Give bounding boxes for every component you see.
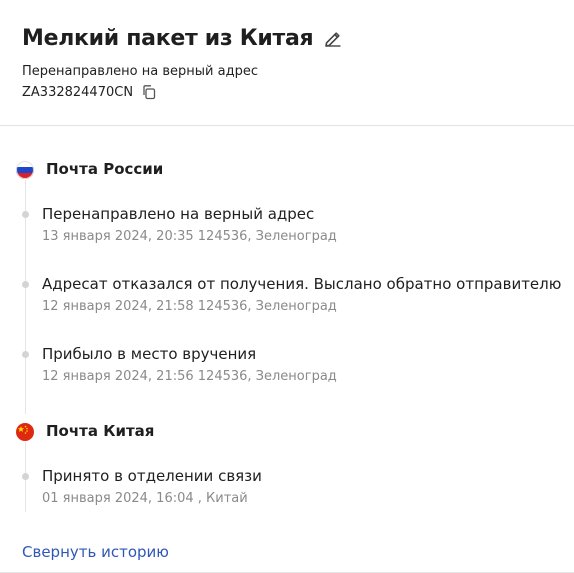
russia-flag-icon	[16, 161, 34, 179]
parcel-header: Мелкий пакет из Китая Перенаправлено на …	[0, 0, 574, 126]
timeline-dot	[22, 211, 29, 218]
timeline-dot	[22, 281, 29, 288]
event-meta: 13 января 2024, 20:35 124536, Зеленоград	[42, 229, 337, 244]
timeline-dot	[22, 351, 29, 358]
event-title: Адресат отказался от получения. Выслано …	[42, 275, 562, 293]
tracking-row: ZA332824470CN	[22, 84, 157, 100]
event-title: Перенаправлено на верный адрес	[42, 205, 315, 223]
event-meta: 12 января 2024, 21:58 124536, Зеленоград	[42, 299, 337, 314]
china-flag-icon	[16, 423, 34, 441]
parcel-title: Мелкий пакет из Китая	[22, 26, 314, 51]
collapse-history-link[interactable]: Свернуть историю	[22, 543, 169, 561]
carrier-name: Почта Китая	[46, 422, 155, 440]
event-meta: 12 января 2024, 21:56 124536, Зеленоград	[42, 369, 337, 384]
event-title: Принято в отделении связи	[42, 467, 262, 485]
tracking-number: ZA332824470CN	[22, 84, 134, 100]
event-meta: 01 января 2024, 16:04 , Китай	[42, 491, 248, 506]
event-title: Прибыло в место вручения	[42, 345, 257, 363]
copy-icon[interactable]	[141, 84, 157, 100]
pencil-icon[interactable]	[323, 29, 343, 49]
timeline-dot	[22, 473, 29, 480]
carrier-name: Почта России	[46, 160, 164, 178]
parcel-status: Перенаправлено на верный адрес	[22, 64, 258, 79]
title-row: Мелкий пакет из Китая	[22, 24, 343, 54]
